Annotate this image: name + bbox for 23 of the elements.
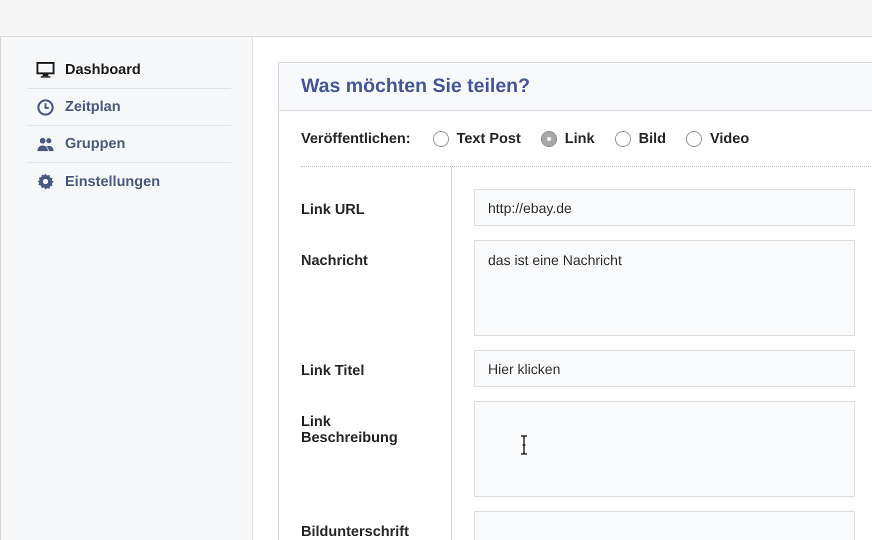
- card-title: Was möchten Sie teilen?: [301, 75, 530, 98]
- radio-option[interactable]: Link: [540, 130, 595, 146]
- field-label: Link Titel: [301, 362, 366, 381]
- sidebar-item[interactable]: Zeitplan: [27, 89, 231, 126]
- sidebar-item[interactable]: Dashboard: [27, 52, 231, 89]
- sidebar-item[interactable]: Einstellungen: [27, 163, 231, 200]
- sidebar-item[interactable]: Gruppen: [27, 126, 231, 163]
- publish-label: Veröffentlichen:: [301, 130, 411, 146]
- monitor-icon: [36, 60, 55, 80]
- text-area[interactable]: das ist eine Nachricht: [474, 240, 855, 336]
- field-label: Bildunterschrift: [301, 523, 410, 540]
- clock-icon: [36, 98, 55, 116]
- field-label: Link URL: [301, 201, 366, 220]
- input-field[interactable]: [474, 511, 855, 540]
- radio-option[interactable]: Video: [686, 130, 750, 146]
- text-area[interactable]: [474, 401, 855, 497]
- radio-option[interactable]: Text Post: [432, 130, 521, 146]
- input-field[interactable]: Hier klicken: [474, 350, 855, 387]
- field-label: Link Beschreibung: [301, 413, 399, 448]
- input-field[interactable]: http://ebay.de: [474, 189, 855, 226]
- gear-icon: [36, 172, 55, 191]
- field-label: Nachricht: [301, 252, 369, 271]
- radio-option[interactable]: Bild: [614, 130, 666, 146]
